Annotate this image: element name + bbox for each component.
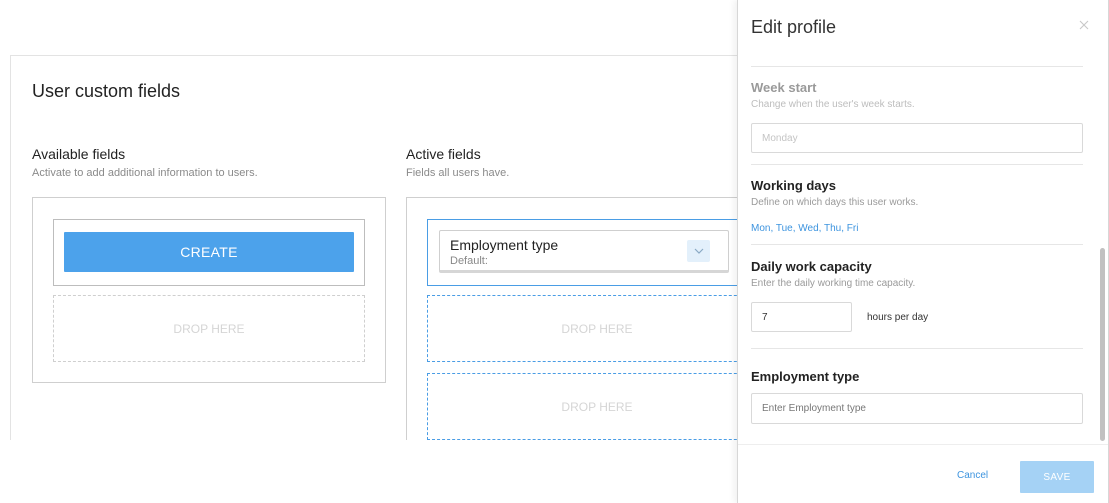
edit-profile-drawer: Edit profile Week start Change when the …: [737, 0, 1109, 503]
working-days-description: Define on which days this user works.: [751, 197, 919, 208]
capacity-title: Daily work capacity: [751, 259, 872, 274]
divider: [751, 348, 1083, 349]
page-title: User custom fields: [32, 81, 181, 101]
available-drop-zone[interactable]: DROP HERE: [53, 295, 365, 362]
divider: [751, 164, 1083, 165]
capacity-unit-label: hours per day: [867, 312, 929, 323]
drawer-scrollbar-thumb[interactable]: [1100, 248, 1105, 441]
employment-type-field[interactable]: Employment type Default:: [439, 230, 729, 273]
working-days-link[interactable]: Mon, Tue, Wed, Thu, Fri: [751, 223, 858, 234]
cancel-button[interactable]: Cancel: [957, 470, 988, 481]
divider: [751, 244, 1083, 245]
active-drop-zone-2[interactable]: DROP HERE: [427, 373, 767, 440]
field-expand-toggle[interactable]: [687, 240, 710, 262]
active-field-slot: Employment type Default:: [427, 219, 767, 286]
week-start-title: Week start: [751, 80, 817, 95]
field-name: Employment type: [450, 237, 559, 253]
field-default-label: Default:: [450, 255, 488, 267]
active-fields-title: Active fields: [406, 146, 481, 162]
week-start-select[interactable]: [751, 123, 1083, 153]
week-start-description: Change when the user's week starts.: [751, 99, 915, 110]
available-fields-subtitle: Activate to add additional information t…: [32, 167, 258, 179]
available-fields-panel: CREATE DROP HERE: [32, 197, 386, 383]
create-field-slot: CREATE: [53, 219, 365, 286]
employment-type-input[interactable]: [751, 393, 1083, 424]
close-icon[interactable]: [1077, 18, 1091, 32]
available-fields-title: Available fields: [32, 146, 126, 162]
active-drop-zone-1[interactable]: DROP HERE: [427, 295, 767, 362]
save-button[interactable]: SAVE: [1020, 461, 1094, 493]
capacity-input[interactable]: [751, 302, 852, 332]
active-fields-subtitle: Fields all users have.: [406, 167, 510, 179]
drawer-title: Edit profile: [751, 17, 837, 37]
working-days-title: Working days: [751, 178, 837, 193]
page-bottom-area: [0, 440, 737, 503]
create-button[interactable]: CREATE: [64, 232, 354, 272]
divider: [751, 66, 1083, 67]
footer-divider: [738, 444, 1108, 445]
capacity-description: Enter the daily working time capacity.: [751, 278, 916, 289]
employment-type-title: Employment type: [751, 369, 860, 384]
chevron-down-icon: [694, 248, 703, 254]
